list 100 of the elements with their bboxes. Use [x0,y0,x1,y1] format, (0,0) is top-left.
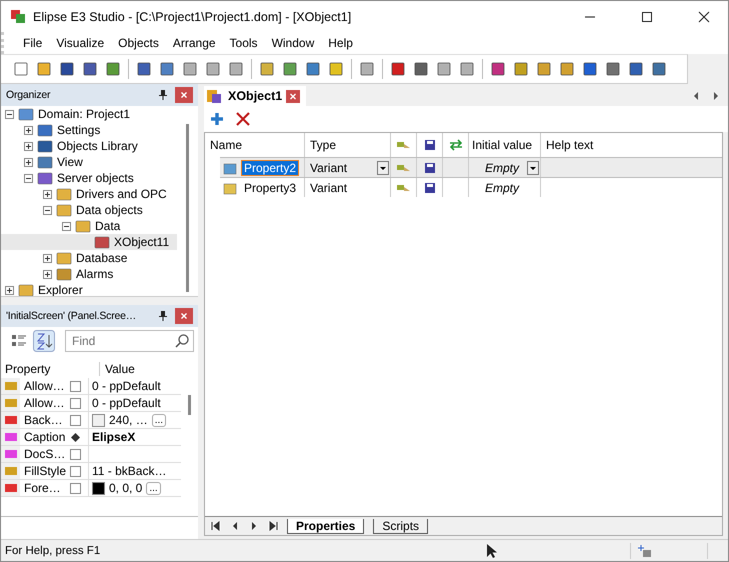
toolbar-icon[interactable] [413,61,429,77]
pin-icon[interactable] [158,89,168,101]
menu-item[interactable]: Help [321,36,360,50]
scroll-left-icon[interactable] [692,91,700,101]
expander-icon[interactable] [5,110,14,118]
property-name[interactable]: Property3 [242,180,298,194]
categorized-icon[interactable] [11,333,27,349]
toolbar-icon[interactable] [559,61,575,77]
tree-item[interactable]: Domain: Project1 [38,107,130,121]
property-value[interactable]: 0 - ppDefault [92,379,161,393]
property-value[interactable]: 240, … [109,413,148,427]
expander-icon[interactable] [43,254,52,262]
toolbar-icon[interactable] [459,61,475,77]
add-icon[interactable] [210,112,224,126]
toolbar-icon[interactable] [182,61,198,77]
column-header[interactable]: Name [210,138,242,152]
property-name[interactable]: Allow… [20,379,70,393]
tree-item[interactable]: Objects Library [57,139,138,153]
toolbar-icon[interactable] [359,61,375,77]
column-header[interactable]: Initial value [472,138,532,152]
document-tab[interactable]: XObject1 [204,86,306,106]
property-name[interactable]: Fore… [20,481,70,495]
toolbar-icon[interactable] [105,61,121,77]
tree-item[interactable]: Database [76,251,128,265]
checkbox[interactable] [70,380,81,392]
first-icon[interactable] [211,521,221,531]
toolbar-icon[interactable] [82,61,98,77]
dropdown-button[interactable] [377,160,389,174]
scroll-right-icon[interactable] [712,91,720,101]
expander-icon[interactable] [62,222,71,230]
property-name[interactable]: DocS… [20,447,70,461]
toolbar-icon[interactable] [582,61,598,77]
toolbar-icon[interactable] [605,61,621,77]
property-value[interactable]: ElipseX [92,430,136,444]
tree-item[interactable]: Server objects [57,171,134,185]
sheet-tab[interactable]: Properties [287,518,364,534]
property-name[interactable]: Allow… [20,396,70,410]
toolbar-icon[interactable] [228,61,244,77]
checkbox[interactable] [70,482,81,494]
checkbox[interactable] [70,398,81,408]
column-header-icon[interactable] [396,140,410,150]
tree-item[interactable]: Drivers and OPC [76,187,167,201]
tree-item[interactable]: Settings [57,123,100,137]
menu-item[interactable]: Visualize [49,36,112,50]
menu-item[interactable]: Objects [111,36,166,50]
toolbar-icon[interactable] [282,61,298,77]
toolbar-icon[interactable] [628,61,644,77]
maximize-icon[interactable] [641,10,653,22]
expander-icon[interactable] [43,206,52,214]
toolbar-icon[interactable] [36,61,52,77]
property-value[interactable]: 0, 0, 0 [109,481,142,495]
next-icon[interactable] [249,521,259,531]
property-value[interactable]: 0 - ppDefault [92,396,161,410]
type-value[interactable]: Variant [310,160,348,174]
tree-item[interactable]: Data objects [76,203,143,217]
toolbar-icon[interactable] [328,61,344,77]
toolbar-icon[interactable] [13,61,29,77]
toolbar-icon[interactable] [390,61,406,77]
property-name[interactable]: Property2 [242,160,298,174]
ellipsis-button[interactable]: ... [146,482,161,494]
search-field[interactable]: Find [65,330,194,352]
column-header[interactable]: Property [1,362,100,376]
column-header[interactable]: Type [310,138,336,152]
toolbar-icon[interactable] [651,61,667,77]
expander-icon[interactable] [24,174,33,182]
property-value[interactable]: 11 - bkBack… [92,464,166,478]
initial-value[interactable]: Empty [484,180,519,194]
sheet-tab[interactable]: Scripts [373,518,428,534]
scrollbar[interactable] [186,124,189,292]
diamond-icon[interactable] [70,432,81,442]
last-icon[interactable] [268,521,278,531]
expander-icon[interactable] [24,142,33,150]
ellipsis-button[interactable]: ... [152,414,166,426]
column-header[interactable]: Help text [546,138,594,152]
swap-arrows-icon[interactable] [448,139,464,151]
toolbar-icon[interactable] [513,61,529,77]
initial-value[interactable]: Empty [484,160,519,174]
toolbar-icon[interactable] [490,61,506,77]
menu-item[interactable]: Tools [222,36,265,50]
toolbar-icon[interactable] [205,61,221,77]
toolbar-icon[interactable] [305,61,321,77]
checkbox[interactable] [70,448,81,460]
toolbar-icon[interactable] [59,61,75,77]
pin-icon[interactable] [158,310,168,322]
column-header[interactable]: Value [100,362,135,376]
search-icon[interactable] [174,333,190,349]
type-value[interactable]: Variant [310,180,348,194]
toolbar-icon[interactable] [159,61,175,77]
expander-icon[interactable] [24,126,33,134]
toolbar-icon[interactable] [436,61,452,77]
expander-icon[interactable] [43,270,52,278]
checkbox[interactable] [70,414,81,426]
property-name[interactable]: Caption [20,430,70,444]
save-icon[interactable] [424,140,434,150]
property-name[interactable]: Back… [20,413,70,427]
expander-icon[interactable] [24,158,33,166]
close-icon[interactable] [698,10,710,22]
menu-item[interactable]: Arrange [166,36,223,50]
dropdown-button[interactable] [527,160,539,174]
property-name[interactable]: FillStyle [20,464,70,478]
